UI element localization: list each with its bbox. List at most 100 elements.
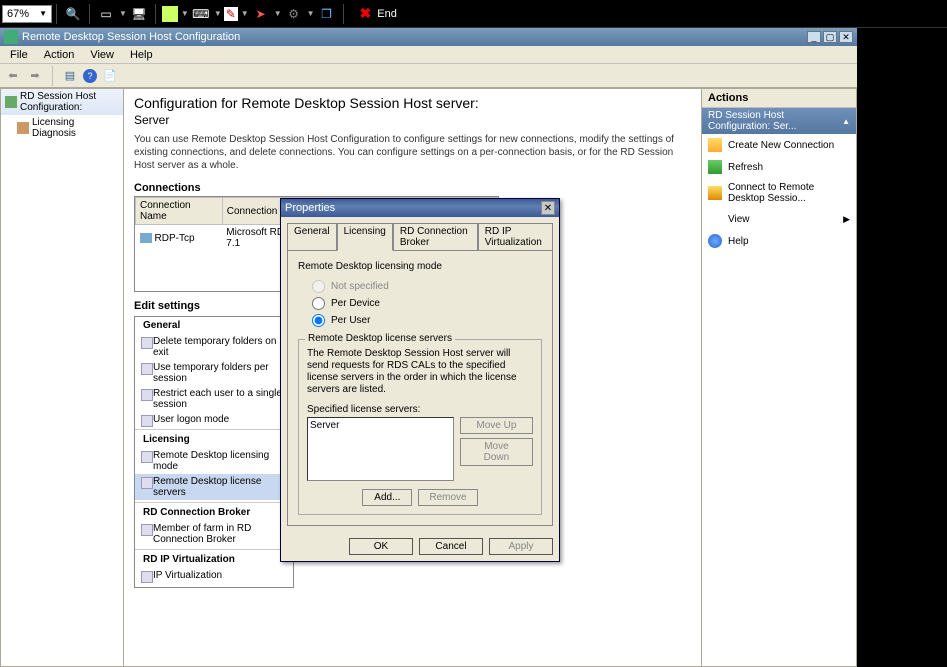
dialog-title: Properties [285, 202, 335, 214]
tab-general[interactable]: General [287, 223, 337, 250]
close-icon: ✖ [360, 5, 372, 22]
menu-help[interactable]: Help [122, 49, 161, 61]
ok-button[interactable]: OK [349, 538, 413, 555]
settings-box: General Delete temporary folders on exit… [134, 316, 294, 588]
magnifier-icon[interactable]: 🔍 [63, 4, 83, 24]
help-icon [708, 234, 722, 248]
connection-icon [140, 233, 152, 243]
screens-icon[interactable]: ▭ [96, 4, 116, 24]
radio-per-device[interactable]: Per Device [312, 297, 542, 310]
tree-panel: RD Session Host Configuration: Licensing… [0, 88, 124, 667]
server-icon [5, 96, 17, 108]
setting-restrict[interactable]: Restrict each user to a single session [135, 386, 293, 412]
end-label: End [377, 8, 397, 20]
tree-root[interactable]: RD Session Host Configuration: [1, 89, 123, 115]
black-margin [857, 28, 947, 667]
tab-strip: General Licensing RD Connection Broker R… [281, 217, 559, 250]
menu-file[interactable]: File [2, 49, 36, 61]
tree-item-licensing[interactable]: Licensing Diagnosis [1, 115, 123, 141]
forward-button[interactable]: ➡ [26, 67, 44, 85]
group-general: General [135, 317, 293, 334]
dialog-close-button[interactable]: ✕ [541, 201, 555, 215]
list-icon[interactable]: ▤ [61, 67, 79, 85]
new-icon [708, 138, 722, 152]
display-icon[interactable]: 🖥 [129, 4, 149, 24]
move-up-button[interactable]: Move Up [460, 417, 533, 434]
chevron-down-icon[interactable]: ▼ [307, 9, 315, 18]
chevron-down-icon[interactable]: ▼ [119, 9, 127, 18]
move-down-button[interactable]: Move Down [460, 438, 533, 466]
servers-legend: Remote Desktop license servers [305, 333, 455, 344]
group-ipv: RD IP Virtualization [135, 549, 293, 568]
zoom-value: 67% [7, 8, 29, 20]
connect-icon [708, 186, 722, 200]
setting-logon[interactable]: User logon mode [135, 412, 293, 427]
actions-header: Actions [702, 89, 856, 108]
menu-view[interactable]: View [82, 49, 122, 61]
zoom-box[interactable]: 67% ▼ [2, 5, 52, 23]
chevron-right-icon: ▶ [843, 214, 850, 225]
list-item[interactable]: Server [310, 420, 451, 431]
apply-button[interactable]: Apply [489, 538, 553, 555]
servers-description: The Remote Desktop Session Host server w… [307, 348, 533, 396]
window-icon[interactable]: ❐ [317, 4, 337, 24]
note-icon[interactable] [162, 6, 178, 22]
pointer-icon[interactable]: ➤ [251, 4, 271, 24]
dialog-title-bar: Properties ✕ [281, 199, 559, 217]
gear-icon[interactable]: ⚙ [284, 4, 304, 24]
brush-icon[interactable]: ✎ [224, 7, 238, 21]
diag-icon [17, 122, 29, 134]
action-new-connection[interactable]: Create New Connection [702, 134, 856, 156]
chevron-down-icon[interactable]: ▼ [241, 9, 249, 18]
radio-per-user[interactable]: Per User [312, 314, 542, 327]
close-button[interactable]: ✕ [839, 31, 853, 43]
page-heading: Configuration for Remote Desktop Session… [134, 95, 691, 111]
setting-use-temp[interactable]: Use temporary folders per session [135, 360, 293, 386]
tab-content: Remote Desktop licensing mode Not specif… [287, 250, 553, 526]
tab-broker[interactable]: RD Connection Broker [393, 223, 478, 250]
viewer-toolbar: 67%▼ 🔍 ▭▼ 🖥 ▼ ⌨▼ ✎▼ ➤▼ ⚙▼ ❐ ✖End [0, 0, 947, 28]
server-name: Server [134, 113, 691, 127]
window-title: Remote Desktop Session Host Configuratio… [22, 31, 240, 43]
cancel-button[interactable]: Cancel [419, 538, 483, 555]
keyboard-icon[interactable]: ⌨ [191, 4, 211, 24]
tab-licensing[interactable]: Licensing [337, 223, 393, 251]
chevron-down-icon[interactable]: ▼ [214, 9, 222, 18]
window-title-bar: Remote Desktop Session Host Configuratio… [0, 28, 857, 46]
setting-farm[interactable]: Member of farm in RD Connection Broker [135, 521, 293, 547]
specified-label: Specified license servers: [307, 404, 533, 415]
refresh-icon [708, 160, 722, 174]
actions-context[interactable]: RD Session Host Configuration: Ser...▲ [702, 108, 856, 134]
remove-button[interactable]: Remove [418, 489, 477, 506]
back-button[interactable]: ⬅ [4, 67, 22, 85]
end-button[interactable]: ✖ End [352, 3, 405, 24]
setting-delete-temp[interactable]: Delete temporary folders on exit [135, 334, 293, 360]
servers-listbox[interactable]: Server [307, 417, 454, 481]
group-licensing: Licensing [135, 429, 293, 448]
tab-ipv[interactable]: RD IP Virtualization [478, 223, 553, 250]
add-button[interactable]: Add... [362, 489, 412, 506]
chevron-down-icon[interactable]: ▼ [181, 9, 189, 18]
action-view[interactable]: View▶ [702, 208, 856, 230]
chevron-down-icon[interactable]: ▼ [274, 9, 282, 18]
restore-button[interactable]: ▢ [823, 31, 837, 43]
setting-lic-servers[interactable]: Remote Desktop license servers [135, 474, 293, 500]
action-refresh[interactable]: Refresh [702, 156, 856, 178]
setting-lic-mode[interactable]: Remote Desktop licensing mode [135, 448, 293, 474]
chevron-down-icon: ▼ [39, 9, 47, 18]
mode-label: Remote Desktop licensing mode [298, 261, 542, 272]
app-icon [4, 30, 18, 44]
menu-action[interactable]: Action [36, 49, 83, 61]
doc-icon[interactable]: 📄 [101, 67, 119, 85]
col-name[interactable]: Connection Name [136, 198, 223, 225]
minimize-button[interactable]: _ [807, 31, 821, 43]
app-window: Remote Desktop Session Host Configuratio… [0, 28, 857, 667]
action-help[interactable]: Help [702, 230, 856, 252]
collapse-icon: ▲ [842, 117, 850, 126]
action-connect[interactable]: Connect to Remote Desktop Sessio... [702, 178, 856, 208]
license-servers-group: Remote Desktop license servers The Remot… [298, 339, 542, 515]
connections-title: Connections [134, 182, 691, 194]
menu-bar: File Action View Help [0, 46, 857, 64]
help-icon[interactable]: ? [83, 69, 97, 83]
setting-ipv[interactable]: IP Virtualization [135, 568, 293, 583]
